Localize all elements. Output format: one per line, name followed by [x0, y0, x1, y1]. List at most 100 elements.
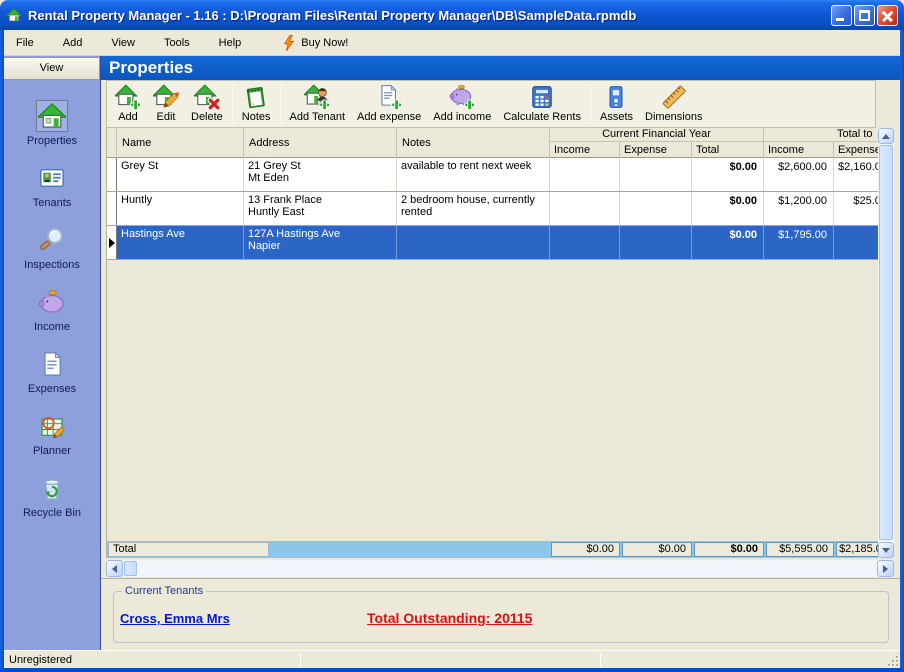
house-person-add-icon — [304, 84, 331, 110]
sub-header-income[interactable]: Income — [550, 141, 620, 158]
sidebar-item-planner[interactable]: Planner — [4, 410, 100, 470]
sub-header-expense[interactable]: Expense — [620, 141, 692, 158]
total-total: $0.00 — [694, 542, 764, 557]
vertical-scroll-thumb[interactable] — [879, 145, 893, 540]
toolbar-label: Delete — [191, 111, 223, 123]
dimensions-button[interactable]: Dimensions — [639, 82, 708, 126]
menu-file[interactable]: File — [4, 33, 46, 53]
delete-button[interactable]: Delete — [185, 82, 229, 126]
menu-tools[interactable]: Tools — [152, 33, 202, 53]
scroll-down-button[interactable] — [878, 542, 894, 558]
current-row-arrow-icon — [109, 238, 115, 248]
cell-expense — [620, 192, 692, 225]
vertical-scrollbar[interactable] — [878, 128, 894, 558]
notes-button[interactable]: Notes — [236, 82, 277, 126]
window-border-left — [0, 28, 4, 672]
sidebar-item-recycle-bin[interactable]: Recycle Bin — [4, 472, 100, 532]
cell-expense — [620, 158, 692, 191]
horizontal-scroll-thumb[interactable] — [124, 561, 137, 576]
sidebar-item-properties[interactable]: Properties — [4, 100, 100, 160]
sub-header-total-expense[interactable]: Expense — [834, 141, 878, 158]
toolbar-label: Calculate Rents — [503, 111, 581, 123]
scroll-right-button[interactable] — [877, 560, 894, 577]
total-income: $0.00 — [551, 542, 620, 557]
cell-address-line2: Napier — [248, 240, 281, 252]
menu-help[interactable]: Help — [207, 33, 254, 53]
header-indicator — [107, 128, 117, 158]
sidebar-item-income[interactable]: Income — [4, 286, 100, 346]
magnifier-icon — [36, 224, 68, 256]
total-total-income: $5,595.00 — [766, 542, 834, 557]
toolbar-label: Assets — [599, 111, 633, 123]
cell-notes: 2 bedroom house, currently rented — [401, 194, 535, 218]
total-label: Total — [108, 542, 269, 557]
sub-header-total[interactable]: Total — [692, 141, 764, 158]
resize-grip[interactable] — [886, 654, 899, 667]
toolbar-label: Edit — [156, 111, 176, 123]
house-edit-icon — [153, 84, 179, 108]
cell-expense — [620, 226, 692, 259]
total-total-expense: $2,185.00 — [836, 542, 878, 557]
sidebar-item-label: Properties — [26, 135, 78, 147]
grid-header: Name Address Notes Current Financial Yea… — [107, 128, 878, 158]
cell-total-income: $2,600.00 — [764, 158, 834, 191]
maximize-button[interactable] — [854, 4, 875, 26]
cell-total: $0.00 — [692, 192, 764, 225]
buy-now-button[interactable]: Buy Now! — [276, 32, 354, 54]
title-bar[interactable]: Rental Property Manager - 1.16 : D:\Prog… — [0, 0, 904, 30]
close-button[interactable] — [877, 4, 898, 26]
edit-button[interactable]: Edit — [147, 82, 185, 126]
current-tenants-title: Current Tenants — [125, 585, 204, 597]
sidebar-item-expenses[interactable]: Expenses — [4, 348, 100, 408]
horizontal-scrollbar[interactable] — [106, 560, 894, 577]
cell-name: Grey St — [121, 160, 159, 172]
document-add-icon — [381, 84, 403, 110]
sidebar-item-tenants[interactable]: Tenants — [4, 162, 100, 222]
cell-income — [550, 192, 620, 225]
add-tenant-button[interactable]: Add Tenant — [284, 82, 351, 126]
add-expense-button[interactable]: Add expense — [351, 82, 427, 126]
sidebar-view-header[interactable]: View — [4, 57, 100, 80]
add-income-button[interactable]: Add income — [427, 82, 497, 126]
assets-button[interactable]: Assets — [594, 82, 639, 126]
scroll-up-button[interactable] — [878, 128, 894, 144]
buy-now-label: Buy Now! — [301, 36, 349, 49]
main-content: Properties Add Edit Delete Notes Add Ten… — [100, 56, 901, 650]
add-button[interactable]: Add — [109, 82, 147, 126]
sidebar-item-inspections[interactable]: Inspections — [4, 224, 100, 284]
sidebar-item-label: Expenses — [27, 383, 77, 395]
status-bar: Unregistered — [4, 650, 900, 668]
current-tenants-panel: Current Tenants Cross, Emma Mrs Total Ou… — [101, 578, 901, 650]
cell-address-line1: 21 Grey St — [248, 160, 301, 172]
chevron-up-icon — [882, 133, 890, 139]
properties-grid: Name Address Notes Current Financial Yea… — [106, 128, 894, 577]
sidebar-item-label: Inspections — [24, 259, 80, 271]
cell-address-line1: 127A Hastings Ave — [248, 228, 341, 240]
tenant-card-icon — [36, 162, 68, 194]
menu-add[interactable]: Add — [51, 33, 95, 53]
calculate-rents-button[interactable]: Calculate Rents — [497, 82, 587, 126]
sidebar: View Properties Tenants Inspections Inco… — [4, 56, 100, 650]
house-icon — [36, 100, 68, 132]
table-row-selected[interactable]: Hastings Ave 127A Hastings Ave Napier $0… — [107, 226, 878, 260]
scroll-left-button[interactable] — [106, 560, 123, 577]
cell-total: $0.00 — [692, 158, 764, 191]
grid-viewport: Name Address Notes Current Financial Yea… — [106, 128, 878, 558]
column-header-address[interactable]: Address — [244, 128, 397, 158]
piggy-bank-icon — [36, 286, 68, 318]
sub-header-total-income[interactable]: Income — [764, 141, 834, 158]
cell-notes: available to rent next week — [401, 160, 532, 172]
window-border-right — [900, 28, 904, 672]
toolbar-label: Add expense — [357, 111, 422, 123]
cell-income — [550, 226, 620, 259]
table-row[interactable]: Grey St 21 Grey St Mt Eden available to … — [107, 158, 878, 192]
cell-address-line1: 13 Frank Place — [248, 194, 322, 206]
column-header-name[interactable]: Name — [117, 128, 244, 158]
menu-view[interactable]: View — [99, 33, 147, 53]
table-row[interactable]: Huntly 13 Frank Place Huntly East 2 bedr… — [107, 192, 878, 226]
tenant-link[interactable]: Cross, Emma Mrs — [120, 611, 230, 626]
row-indicator — [107, 192, 117, 225]
house-delete-icon — [193, 84, 220, 110]
column-header-notes[interactable]: Notes — [397, 128, 550, 158]
minimize-button[interactable] — [831, 4, 852, 26]
